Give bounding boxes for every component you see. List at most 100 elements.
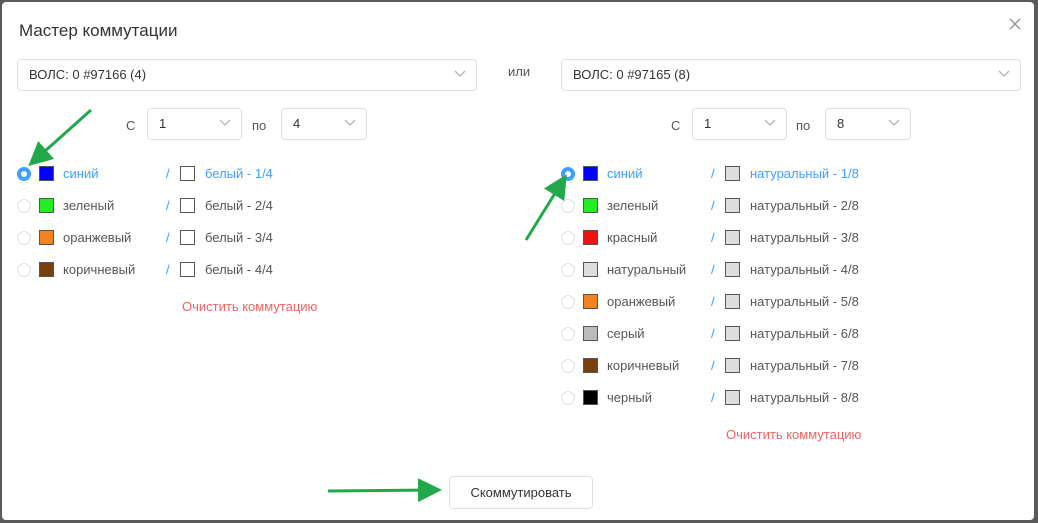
module-color-swatch bbox=[583, 326, 598, 341]
module-color-swatch bbox=[39, 230, 54, 245]
chevron-down-icon bbox=[454, 70, 466, 77]
fiber-row[interactable]: оранжевый / белый - 3/4 bbox=[17, 228, 365, 248]
fiber-row[interactable]: серый / натуральный - 6/8 bbox=[561, 324, 910, 344]
left-cable-select[interactable]: ВОЛС: 0 #97166 (4) bbox=[17, 59, 477, 91]
left-cable-value: ВОЛС: 0 #97166 (4) bbox=[29, 67, 147, 82]
left-clear-link[interactable]: Очистить коммутацию bbox=[182, 299, 317, 314]
module-color-swatch bbox=[583, 166, 598, 181]
fiber-label: натуральный - 4/8 bbox=[750, 262, 859, 277]
right-clear-link[interactable]: Очистить коммутацию bbox=[726, 427, 861, 442]
fiber-radio[interactable] bbox=[561, 231, 575, 245]
module-color-label: красный bbox=[607, 230, 658, 245]
separator-slash: / bbox=[166, 166, 170, 181]
module-color-swatch bbox=[583, 262, 598, 277]
right-from-select[interactable]: 1 bbox=[692, 108, 787, 140]
module-color-label: серый bbox=[607, 326, 645, 341]
right-cable-value: ВОЛС: 0 #97165 (8) bbox=[573, 67, 691, 82]
commutation-dialog: Мастер коммутации ВОЛС: 0 #97166 (4) или… bbox=[2, 2, 1034, 520]
fiber-row[interactable]: коричневый / белый - 4/4 bbox=[17, 260, 365, 280]
module-color-label: черный bbox=[607, 390, 653, 405]
fiber-row[interactable]: зеленый / натуральный - 2/8 bbox=[561, 196, 910, 216]
fiber-label: натуральный - 3/8 bbox=[750, 230, 859, 245]
fiber-color-swatch bbox=[725, 198, 740, 213]
fiber-label: белый - 3/4 bbox=[205, 230, 273, 245]
fiber-row[interactable]: черный / натуральный - 8/8 bbox=[561, 388, 910, 408]
right-to-label: по bbox=[796, 118, 811, 133]
separator-slash: / bbox=[711, 262, 715, 277]
right-cable-select[interactable]: ВОЛС: 0 #97165 (8) bbox=[561, 59, 1021, 91]
fiber-radio[interactable] bbox=[561, 167, 575, 181]
fiber-row[interactable]: зеленый / белый - 2/4 bbox=[17, 196, 365, 216]
separator-slash: / bbox=[166, 198, 170, 213]
commit-button[interactable]: Скоммутировать bbox=[449, 476, 593, 509]
fiber-row[interactable]: оранжевый / натуральный - 5/8 bbox=[561, 292, 910, 312]
fiber-color-swatch bbox=[725, 294, 740, 309]
fiber-label: натуральный - 1/8 bbox=[750, 166, 859, 181]
fiber-label: натуральный - 7/8 bbox=[750, 358, 859, 373]
left-to-value: 4 bbox=[293, 116, 301, 131]
fiber-label: натуральный - 5/8 bbox=[750, 294, 859, 309]
fiber-radio[interactable] bbox=[561, 359, 575, 373]
fiber-row[interactable]: синий / натуральный - 1/8 bbox=[561, 164, 910, 184]
fiber-row[interactable]: красный / натуральный - 3/8 bbox=[561, 228, 910, 248]
fiber-radio[interactable] bbox=[17, 199, 31, 213]
right-to-value: 8 bbox=[837, 116, 845, 131]
close-icon[interactable] bbox=[1007, 16, 1023, 32]
left-from-label: С bbox=[126, 118, 136, 133]
module-color-label: коричневый bbox=[607, 358, 680, 373]
separator-slash: / bbox=[711, 294, 715, 309]
chevron-down-icon bbox=[998, 70, 1010, 77]
fiber-radio[interactable] bbox=[17, 263, 31, 277]
separator-slash: / bbox=[711, 358, 715, 373]
right-to-select[interactable]: 8 bbox=[825, 108, 911, 140]
fiber-row[interactable]: синий / белый - 1/4 bbox=[17, 164, 365, 184]
module-color-swatch bbox=[583, 390, 598, 405]
fiber-radio[interactable] bbox=[561, 295, 575, 309]
fiber-color-swatch bbox=[180, 230, 195, 245]
module-color-label: оранжевый bbox=[63, 230, 132, 245]
fiber-color-swatch bbox=[180, 262, 195, 277]
module-color-label: зеленый bbox=[607, 198, 659, 213]
fiber-color-swatch bbox=[180, 166, 195, 181]
fiber-color-swatch bbox=[725, 326, 740, 341]
left-to-label: по bbox=[252, 118, 267, 133]
fiber-label: натуральный - 8/8 bbox=[750, 390, 859, 405]
fiber-color-swatch bbox=[725, 230, 740, 245]
fiber-radio[interactable] bbox=[561, 391, 575, 405]
fiber-color-swatch bbox=[725, 262, 740, 277]
fiber-radio[interactable] bbox=[17, 231, 31, 245]
fiber-label: белый - 1/4 bbox=[205, 166, 273, 181]
separator-slash: / bbox=[166, 262, 170, 277]
left-to-select[interactable]: 4 bbox=[281, 108, 367, 140]
chevron-down-icon bbox=[888, 119, 900, 126]
left-from-select[interactable]: 1 bbox=[147, 108, 242, 140]
fiber-radio[interactable] bbox=[561, 327, 575, 341]
separator-slash: / bbox=[711, 230, 715, 245]
fiber-color-swatch bbox=[725, 358, 740, 373]
chevron-down-icon bbox=[764, 119, 776, 126]
fiber-color-swatch bbox=[725, 166, 740, 181]
fiber-label: белый - 2/4 bbox=[205, 198, 273, 213]
module-color-swatch bbox=[583, 294, 598, 309]
fiber-radio[interactable] bbox=[17, 167, 31, 181]
right-from-label: С bbox=[671, 118, 681, 133]
module-color-swatch bbox=[583, 198, 598, 213]
module-color-label: оранжевый bbox=[607, 294, 676, 309]
module-color-label: натуральный bbox=[607, 262, 687, 277]
fiber-row[interactable]: коричневый / натуральный - 7/8 bbox=[561, 356, 910, 376]
module-color-swatch bbox=[39, 198, 54, 213]
fiber-row[interactable]: натуральный / натуральный - 4/8 bbox=[561, 260, 910, 280]
separator-slash: / bbox=[711, 326, 715, 341]
module-color-label: синий bbox=[63, 166, 99, 181]
module-color-label: коричневый bbox=[63, 262, 136, 277]
right-from-value: 1 bbox=[704, 116, 712, 131]
chevron-down-icon bbox=[219, 119, 231, 126]
chevron-down-icon bbox=[344, 119, 356, 126]
module-color-label: синий bbox=[607, 166, 643, 181]
fiber-radio[interactable] bbox=[561, 263, 575, 277]
dialog-title: Мастер коммутации bbox=[19, 21, 178, 40]
fiber-color-swatch bbox=[725, 390, 740, 405]
module-color-label: зеленый bbox=[63, 198, 115, 213]
fiber-color-swatch bbox=[180, 198, 195, 213]
fiber-radio[interactable] bbox=[561, 199, 575, 213]
